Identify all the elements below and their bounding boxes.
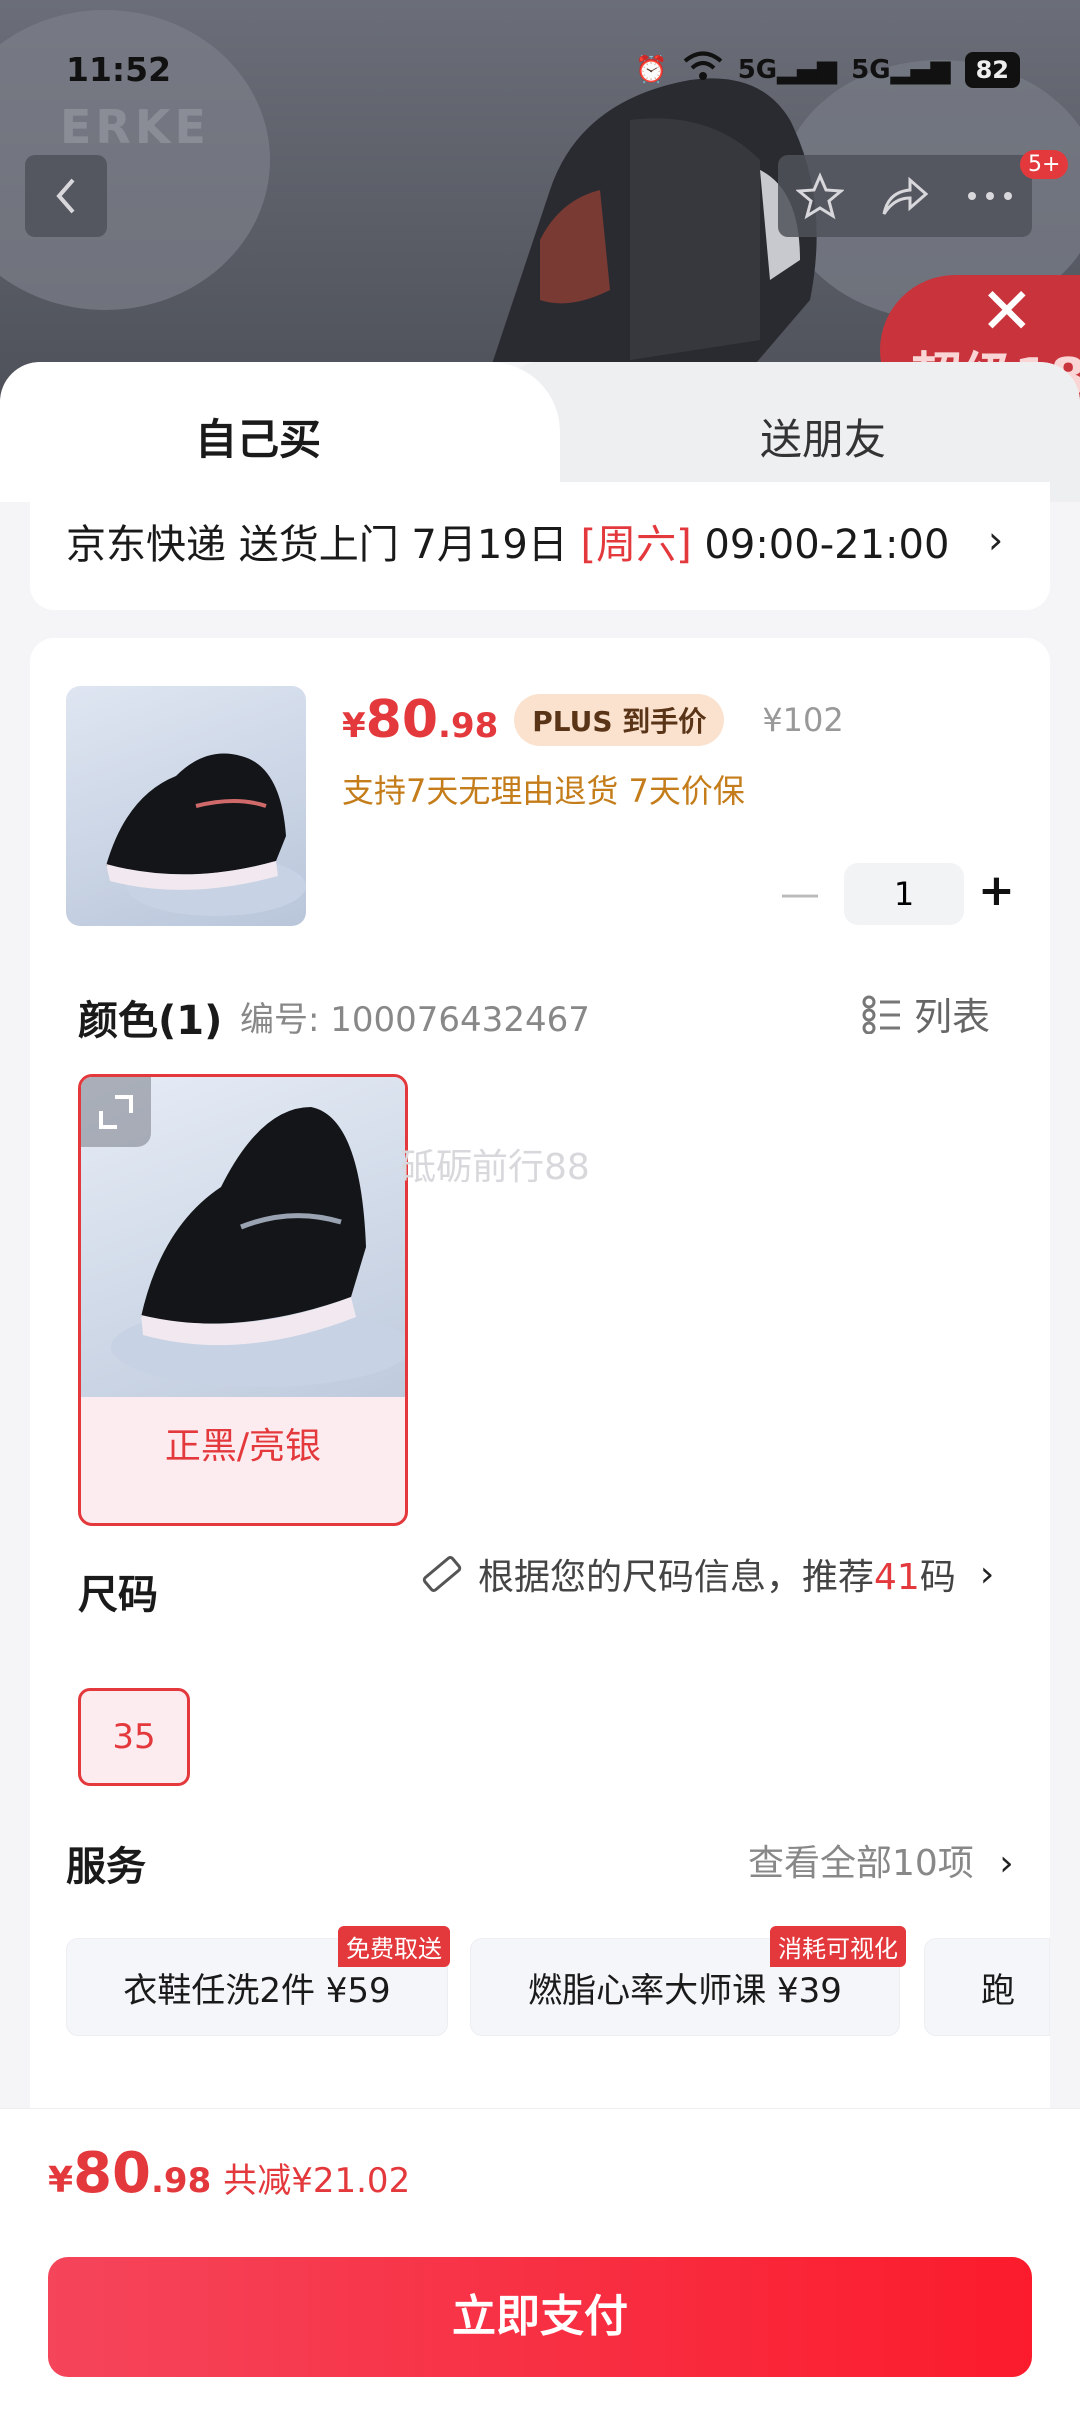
share-icon[interactable] xyxy=(880,174,930,218)
size-recommendation[interactable]: 根据您的尺码信息，推荐41码 › xyxy=(420,1548,994,1600)
product-thumbnail[interactable] xyxy=(66,686,306,926)
service-title: 服务 xyxy=(66,1844,146,1890)
quantity-stepper: — 1 + xyxy=(770,863,1020,925)
delivery-weekday: [周六] xyxy=(580,522,692,568)
top-actions xyxy=(778,155,1032,237)
service-tag: 免费取送 xyxy=(338,1926,450,1967)
color-title: 颜色(1) xyxy=(78,998,223,1044)
status-bar: 11:52 ⏰ 5G▂▄▆ 5G▂▄▆ 82 xyxy=(0,40,1080,100)
color-option[interactable]: 正黑/亮银 xyxy=(78,1074,408,1526)
decrease-button[interactable]: — xyxy=(780,871,820,917)
delivery-row[interactable]: 京东快递 送货上门 7月19日 [周六] 09:00-21:00 › xyxy=(30,482,1050,610)
quantity-input[interactable]: 1 xyxy=(844,863,964,925)
signal-icon: 5G▂▄▆ xyxy=(737,54,838,85)
watermark: 砥砺前行88 xyxy=(400,1147,590,1188)
alarm-icon: ⏰ xyxy=(635,54,668,85)
sku-number: 编号: 100076432467 xyxy=(240,1000,590,1040)
back-button[interactable] xyxy=(25,155,107,237)
expand-icon[interactable] xyxy=(81,1077,151,1147)
original-price: ¥102 xyxy=(762,701,844,739)
increase-button[interactable]: + xyxy=(978,865,1015,916)
pay-now-button[interactable]: 立即支付 xyxy=(48,2257,1032,2377)
service-promise: 支持7天无理由退货 7天价保 xyxy=(342,772,745,810)
color-option-label: 正黑/亮银 xyxy=(164,1426,322,1467)
delivery-carrier: 京东快递 送货上门 7月19日 xyxy=(66,522,581,568)
shoe-image xyxy=(106,753,306,916)
more-icon[interactable] xyxy=(966,190,1014,202)
checkout-bar: ¥ 80 .98 共减¥21.02 立即支付 xyxy=(0,2108,1080,2412)
star-icon[interactable] xyxy=(796,172,844,220)
purchase-tabs: 送朋友 自己买 xyxy=(0,362,1080,502)
battery-icon: 82 xyxy=(964,51,1020,88)
tab-buy-self[interactable]: 自己买 xyxy=(0,362,560,502)
signal-icon-2: 5G▂▄▆ xyxy=(851,54,951,85)
status-icons: ⏰ 5G▂▄▆ 5G▂▄▆ 82 xyxy=(635,50,1020,89)
plus-price-tag: PLUS 到手价 xyxy=(514,694,725,746)
service-tag: 消耗可视化 xyxy=(770,1926,906,1967)
chevron-right-icon: › xyxy=(999,1843,1014,1884)
tab-send-friend[interactable]: 送朋友 xyxy=(500,362,1080,502)
price-row: ¥ 80 .98 PLUS 到手价 ¥102 xyxy=(342,690,844,750)
status-time: 11:52 xyxy=(66,50,172,89)
total-price: ¥ 80 .98 共减¥21.02 xyxy=(48,2141,411,2206)
chevron-right-icon: › xyxy=(979,1553,995,1595)
view-all-services[interactable]: 查看全部10项 › xyxy=(748,1834,1014,1886)
page: ERKE 11:52 ⏰ 5G▂▄▆ 5G▂▄▆ 82 5+ ✕ 超级18 xyxy=(0,0,1080,2412)
size-title: 尺码 xyxy=(78,1572,158,1618)
list-view-toggle[interactable]: 列表 xyxy=(862,986,990,1041)
chevron-left-icon xyxy=(56,178,75,214)
message-badge: 5+ xyxy=(1020,150,1069,179)
list-icon xyxy=(862,995,900,1034)
purchase-sheet: 送朋友 自己买 京东快递 送货上门 7月19日 [周六] 09:00-21:00… xyxy=(0,362,1080,2412)
discount-total: 共减¥21.02 xyxy=(223,2161,411,2201)
wifi-icon xyxy=(682,50,724,89)
price: 80 xyxy=(365,690,439,750)
brand-logo: ERKE xyxy=(60,100,210,154)
size-option[interactable]: 35 xyxy=(78,1688,190,1786)
service-option[interactable]: 跑 xyxy=(924,1938,1050,2036)
delivery-time: 09:00-21:00 xyxy=(691,522,950,568)
chevron-right-icon: › xyxy=(988,518,1004,562)
ruler-icon xyxy=(422,1556,462,1592)
